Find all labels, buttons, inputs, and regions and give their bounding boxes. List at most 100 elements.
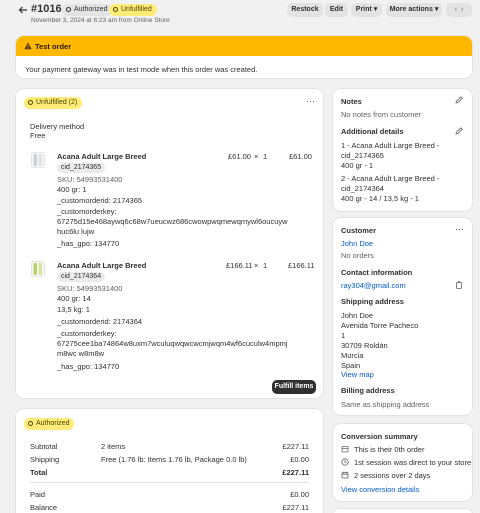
status-badge-unfulfilled: Unfulfilled	[109, 4, 157, 16]
unfulfilled-badge: Unfulfilled (2)	[24, 97, 83, 109]
product-code: cid_2174364	[57, 272, 106, 282]
view-map-link[interactable]: View map	[341, 370, 374, 379]
item-sku: SKU: 54993531400	[57, 284, 123, 293]
copy-icon[interactable]	[456, 281, 463, 291]
print-button[interactable]: Print ▾	[351, 3, 382, 17]
edit-button[interactable]: Edit	[325, 3, 348, 17]
detail-line: 400 gr - 14 / 13,5 kg - 1	[341, 194, 419, 203]
payment-label: Subtotal	[30, 442, 58, 451]
detail-line: 2 - Acana Adult Large Breed -	[341, 174, 440, 183]
payment-desc: 2 items	[101, 442, 126, 451]
warning-icon	[24, 42, 32, 50]
customer-email-link[interactable]: ray304@gmail.com	[341, 281, 406, 290]
address-line: 30709 Roldán	[341, 341, 388, 350]
next-card-partial	[333, 509, 472, 513]
billing-address-value: Same as shipping address	[341, 400, 430, 409]
item-prop-orderid: _customorderid: 2174365	[57, 196, 143, 205]
back-arrow-icon[interactable]	[18, 5, 28, 15]
more-options-icon[interactable]: ⋯	[306, 96, 315, 107]
item-qty: 1	[263, 152, 268, 161]
item-price: £166.11	[226, 261, 253, 270]
banner-header	[16, 36, 472, 56]
billing-address-title: Billing address	[341, 386, 395, 395]
status-badge-authorized: Authorized	[62, 4, 113, 16]
detail-line: 400 gr - 1	[341, 161, 374, 170]
chevron-left-icon[interactable]: ‹	[455, 6, 457, 13]
session-icon	[341, 458, 349, 468]
payment-card: Authorized Subtotal 2 items £227.11 Ship…	[16, 409, 323, 513]
edit-details-icon[interactable]	[455, 127, 463, 137]
payment-label: Shipping	[30, 455, 60, 464]
product-image	[31, 261, 45, 277]
payment-label: Balance	[30, 503, 58, 512]
circle-icon	[113, 6, 118, 12]
payment-amount: £227.11	[282, 468, 309, 477]
chevron-right-icon[interactable]: ›	[461, 6, 463, 13]
fulfill-items-button[interactable]: Fulfill items	[272, 380, 316, 394]
notes-title: Notes	[341, 97, 362, 106]
detail-line: cid_2174365	[341, 151, 384, 160]
product-name[interactable]: Acana Adult Large Breed	[57, 261, 146, 270]
view-conversion-details-link[interactable]: View conversion details	[341, 485, 419, 494]
chevron-down-icon: ▾	[434, 6, 439, 13]
payment-amount: £0.00	[290, 490, 309, 499]
address-line: John Doe	[341, 311, 374, 320]
item-prop-orderkey-value: 67275d15e468aywq6c68w7ueucwz686cwowpwqme…	[57, 217, 288, 236]
item-prop-orderkey-value: 67275cee1ba74864w8uxm7wculuqwqwcwcmjwqm4…	[57, 339, 288, 358]
conversion-title: Conversion summary	[341, 432, 418, 441]
test-order-banner: Test order Your payment gateway was in t…	[16, 36, 472, 78]
delivery-method-label: Delivery method	[30, 122, 85, 131]
product-image	[31, 152, 45, 168]
payment-label: Paid	[30, 490, 46, 499]
item-prop-gpo: _has_gpo: 134770	[57, 362, 120, 371]
calendar-icon	[341, 471, 349, 481]
order-subtitle: November 3, 2024 at 6:23 am from Online …	[31, 17, 170, 24]
circle-icon	[28, 420, 33, 426]
order-history-icon	[341, 445, 349, 455]
payment-badge: Authorized	[24, 418, 75, 430]
detail-line: cid_2174364	[341, 184, 384, 193]
conversion-line: This is their 0th order	[354, 445, 425, 454]
address-line: Murcia	[341, 351, 364, 360]
product-name[interactable]: Acana Adult Large Breed	[57, 152, 146, 161]
payment-label: Total	[30, 468, 48, 477]
customer-card: Customer ⋯ John Doe No orders Contact in…	[333, 218, 472, 415]
conversion-line: 2 sessions over 2 days	[354, 471, 431, 480]
divider	[30, 482, 309, 483]
customer-title: Customer	[341, 226, 377, 235]
detail-line: 1 - Acana Adult Large Breed -	[341, 141, 440, 150]
item-sku: SKU: 54993531400	[57, 175, 123, 184]
customer-name-link[interactable]: John Doe	[341, 239, 373, 248]
address-line: Spain	[341, 361, 361, 370]
item-variant: 13,5 kg: 1	[57, 305, 90, 314]
item-times: ×	[254, 152, 259, 161]
notes-empty: No notes from customer	[341, 110, 422, 119]
item-prop-gpo: _has_gpo: 134770	[57, 239, 120, 248]
edit-notes-icon[interactable]	[455, 96, 463, 106]
item-prop-orderid: _customorderid: 2174364	[57, 317, 143, 326]
address-line: 1	[341, 331, 346, 340]
delivery-method-value: Free	[30, 131, 46, 140]
additional-details-title: Additional details	[341, 127, 404, 136]
more-options-icon[interactable]: ⋯	[455, 224, 464, 235]
more-actions-button[interactable]: More actions ▾	[386, 3, 442, 17]
notes-card: Notes No notes from customer Additional …	[333, 89, 472, 211]
restock-button[interactable]: Restock	[287, 3, 323, 17]
unfulfilled-card: Unfulfilled (2) ⋯ Delivery method Free A…	[16, 89, 323, 398]
banner-title: Test order	[35, 42, 72, 51]
item-times: ×	[254, 261, 259, 270]
shipping-address-title: Shipping address	[341, 297, 404, 306]
banner-message: Your payment gateway was in test mode wh…	[25, 65, 258, 74]
address-line: Avenida Torre Pacheco	[341, 321, 419, 330]
prev-next-buttons[interactable]: ‹ ›	[446, 3, 472, 17]
chevron-down-icon: ▾	[373, 6, 378, 13]
page-title: #1016	[31, 3, 62, 15]
item-prop-orderkey-label: _customorderkey:	[57, 329, 117, 338]
item-total: £166.11	[288, 261, 315, 270]
item-variant: 400 gr: 1	[57, 185, 87, 194]
conversion-line: 1st session was direct to your store	[354, 458, 472, 467]
payment-amount: £227.11	[282, 442, 309, 451]
product-code: cid_2174365	[57, 163, 106, 173]
item-prop-orderkey-label: _customorderkey:	[57, 207, 117, 216]
payment-amount: £227.11	[282, 503, 309, 512]
